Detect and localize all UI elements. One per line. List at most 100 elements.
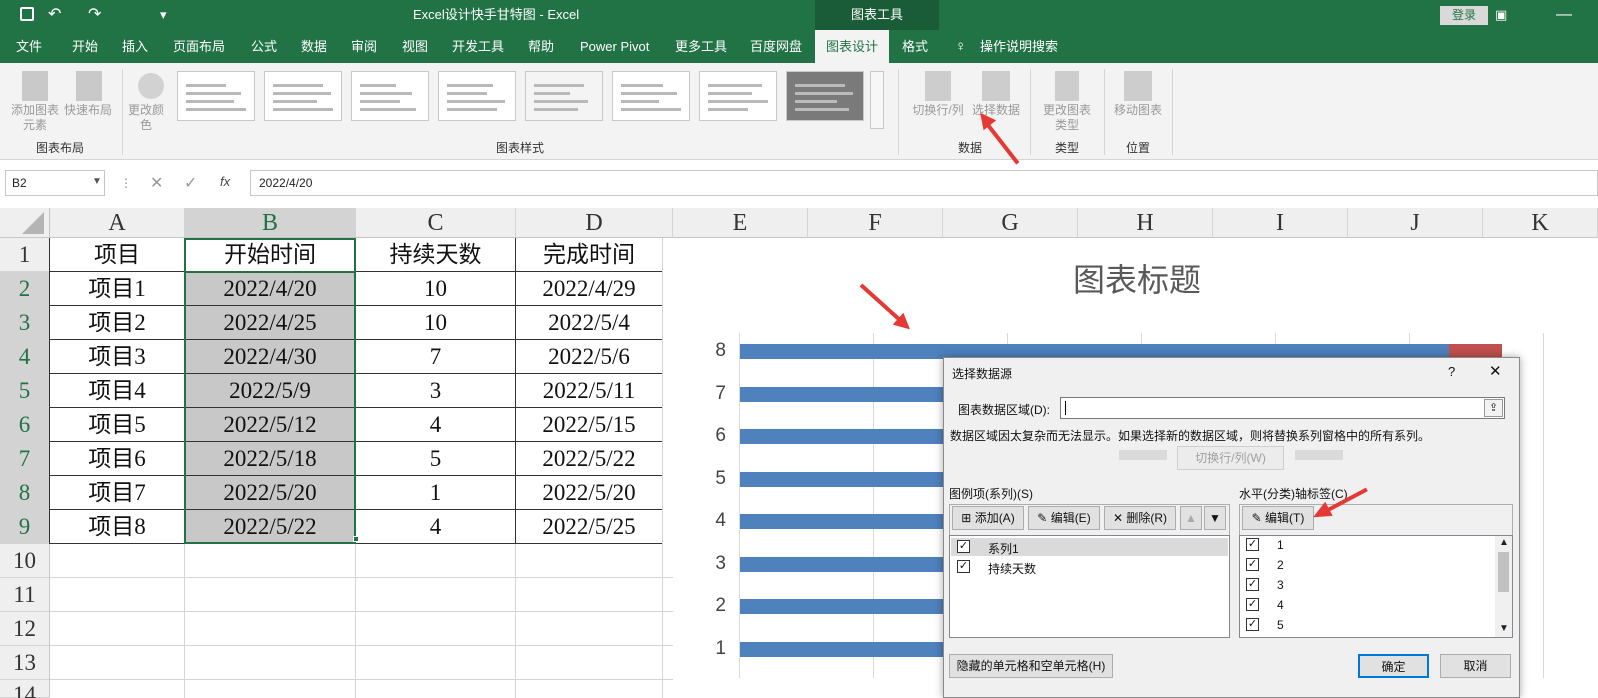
tab-power-pivot[interactable]: Power Pivot: [580, 30, 649, 63]
tab-insert[interactable]: 插入: [122, 30, 148, 63]
formula-input[interactable]: 2022/4/20: [250, 170, 1598, 196]
chart-bar[interactable]: [740, 471, 945, 487]
switch-row-column-dialog-button[interactable]: 切换行/列(W): [1177, 446, 1284, 470]
table-cell[interactable]: 3: [356, 374, 516, 408]
name-box[interactable]: B2: [5, 170, 105, 196]
move-down-button[interactable]: ▼: [1204, 506, 1226, 530]
row-header[interactable]: 3: [0, 306, 50, 340]
chart-bar[interactable]: [740, 386, 945, 402]
row-header[interactable]: 14: [0, 680, 50, 698]
col-header-B[interactable]: B: [185, 208, 356, 238]
axis-label-checkbox[interactable]: ✓: [1246, 598, 1259, 611]
chart-bar[interactable]: [740, 429, 945, 444]
chart-range-input[interactable]: ⇪: [1060, 397, 1505, 419]
fill-handle[interactable]: [353, 536, 359, 542]
login-button[interactable]: 登录: [1440, 6, 1488, 25]
save-icon[interactable]: [20, 7, 34, 21]
insert-function-icon[interactable]: fx: [220, 174, 230, 189]
table-cell[interactable]: 1: [356, 476, 516, 510]
close-icon[interactable]: ✕: [1489, 362, 1502, 380]
table-cell[interactable]: 10: [356, 272, 516, 306]
cancel-button[interactable]: 取消: [1440, 654, 1511, 678]
quick-layout-button[interactable]: 快速布局: [62, 103, 114, 118]
col-header-K[interactable]: K: [1483, 208, 1598, 238]
row-header[interactable]: 9: [0, 510, 50, 544]
select-all-corner[interactable]: [0, 208, 50, 238]
table-cell[interactable]: 项目6: [50, 442, 185, 476]
table-cell[interactable]: 项目5: [50, 408, 185, 442]
series-list[interactable]: ✓ 系列1 ✓ 持续天数: [949, 535, 1230, 638]
table-cell[interactable]: 2022/5/22: [516, 442, 663, 476]
table-cell[interactable]: 2022/4/29: [516, 272, 663, 306]
table-cell[interactable]: 2022/5/11: [516, 374, 663, 408]
enter-icon[interactable]: ✓: [184, 173, 197, 193]
table-cell[interactable]: 2022/5/20: [516, 476, 663, 510]
chart-style-2[interactable]: [264, 71, 342, 121]
help-icon[interactable]: ?: [1448, 364, 1455, 379]
col-header-I[interactable]: I: [1213, 208, 1348, 238]
scroll-up-icon[interactable]: ▲: [1499, 537, 1509, 548]
tab-developer[interactable]: 开发工具: [452, 30, 504, 63]
move-up-button[interactable]: ▲: [1180, 506, 1202, 530]
chart-bar[interactable]: [740, 514, 945, 529]
row-header[interactable]: 10: [0, 544, 50, 578]
tab-formulas[interactable]: 公式: [251, 30, 277, 63]
table-cell[interactable]: 项目1: [50, 272, 185, 306]
redo-icon[interactable]: ↷: [88, 0, 101, 30]
table-cell[interactable]: 2022/5/4: [516, 306, 663, 340]
tab-chart-design[interactable]: 图表设计: [815, 30, 889, 63]
tab-file[interactable]: 文件: [16, 30, 42, 63]
hidden-empty-cells-button[interactable]: 隐藏的单元格和空单元格(H): [949, 654, 1113, 678]
tab-home[interactable]: 开始: [72, 30, 98, 63]
add-series-button[interactable]: ⊞ 添加(A): [952, 506, 1024, 530]
col-header-F[interactable]: F: [808, 208, 943, 238]
chart-bar[interactable]: [740, 556, 945, 572]
undo-icon[interactable]: ↶: [48, 0, 61, 30]
table-header-cell[interactable]: 完成时间: [516, 238, 663, 272]
row-header[interactable]: 1: [0, 238, 50, 272]
axis-label-checkbox[interactable]: ✓: [1246, 618, 1259, 631]
edit-series-button[interactable]: ✎ 编辑(E): [1028, 506, 1100, 530]
axis-label-checkbox[interactable]: ✓: [1246, 578, 1259, 591]
move-chart-button[interactable]: 移动图表: [1106, 103, 1170, 118]
tab-baidu-netdisk[interactable]: 百度网盘: [750, 30, 802, 63]
table-cell[interactable]: 4: [356, 510, 516, 544]
table-header-cell[interactable]: 持续天数: [356, 238, 516, 272]
row-header[interactable]: 6: [0, 408, 50, 442]
tab-page-layout[interactable]: 页面布局: [173, 30, 225, 63]
col-header-H[interactable]: H: [1078, 208, 1213, 238]
tab-view[interactable]: 视图: [402, 30, 428, 63]
table-cell[interactable]: 5: [356, 442, 516, 476]
row-header[interactable]: 12: [0, 612, 50, 646]
table-cell[interactable]: 7: [356, 340, 516, 374]
chart-style-8[interactable]: [786, 71, 864, 121]
series-checkbox[interactable]: ✓: [957, 540, 970, 553]
axis-list-scrollbar[interactable]: ▲ ▼: [1495, 536, 1512, 637]
tab-data[interactable]: 数据: [301, 30, 327, 63]
axis-label-checkbox[interactable]: ✓: [1246, 558, 1259, 571]
change-colors-button[interactable]: 更改颜色: [126, 103, 166, 133]
cancel-icon[interactable]: ✕: [150, 173, 163, 193]
scroll-down-icon[interactable]: ▼: [1499, 623, 1509, 634]
table-cell[interactable]: 2022/5/15: [516, 408, 663, 442]
col-header-C[interactable]: C: [356, 208, 516, 238]
chart-style-1[interactable]: [177, 71, 255, 121]
row-header[interactable]: 8: [0, 476, 50, 510]
col-header-D[interactable]: D: [516, 208, 673, 238]
chart-style-6[interactable]: [612, 71, 690, 121]
edit-axis-labels-button[interactable]: ✎ 编辑(T): [1242, 506, 1314, 530]
chart-bar[interactable]: [740, 641, 945, 657]
name-box-dropdown-icon[interactable]: ▼: [92, 176, 102, 187]
tab-more-tools[interactable]: 更多工具: [675, 30, 727, 63]
axis-label-checkbox[interactable]: ✓: [1246, 538, 1259, 551]
col-header-G[interactable]: G: [943, 208, 1078, 238]
table-cell[interactable]: 4: [356, 408, 516, 442]
chart-title[interactable]: 图表标题: [1073, 255, 1273, 301]
switch-row-column-button[interactable]: 切换行/列: [904, 103, 972, 118]
tab-format[interactable]: 格式: [902, 30, 928, 63]
collapse-dialog-icon[interactable]: ⇪: [1484, 399, 1503, 417]
row-header[interactable]: 7: [0, 442, 50, 476]
chart-style-3[interactable]: [351, 71, 429, 121]
table-cell[interactable]: 项目4: [50, 374, 185, 408]
table-cell[interactable]: 2022/5/25: [516, 510, 663, 544]
